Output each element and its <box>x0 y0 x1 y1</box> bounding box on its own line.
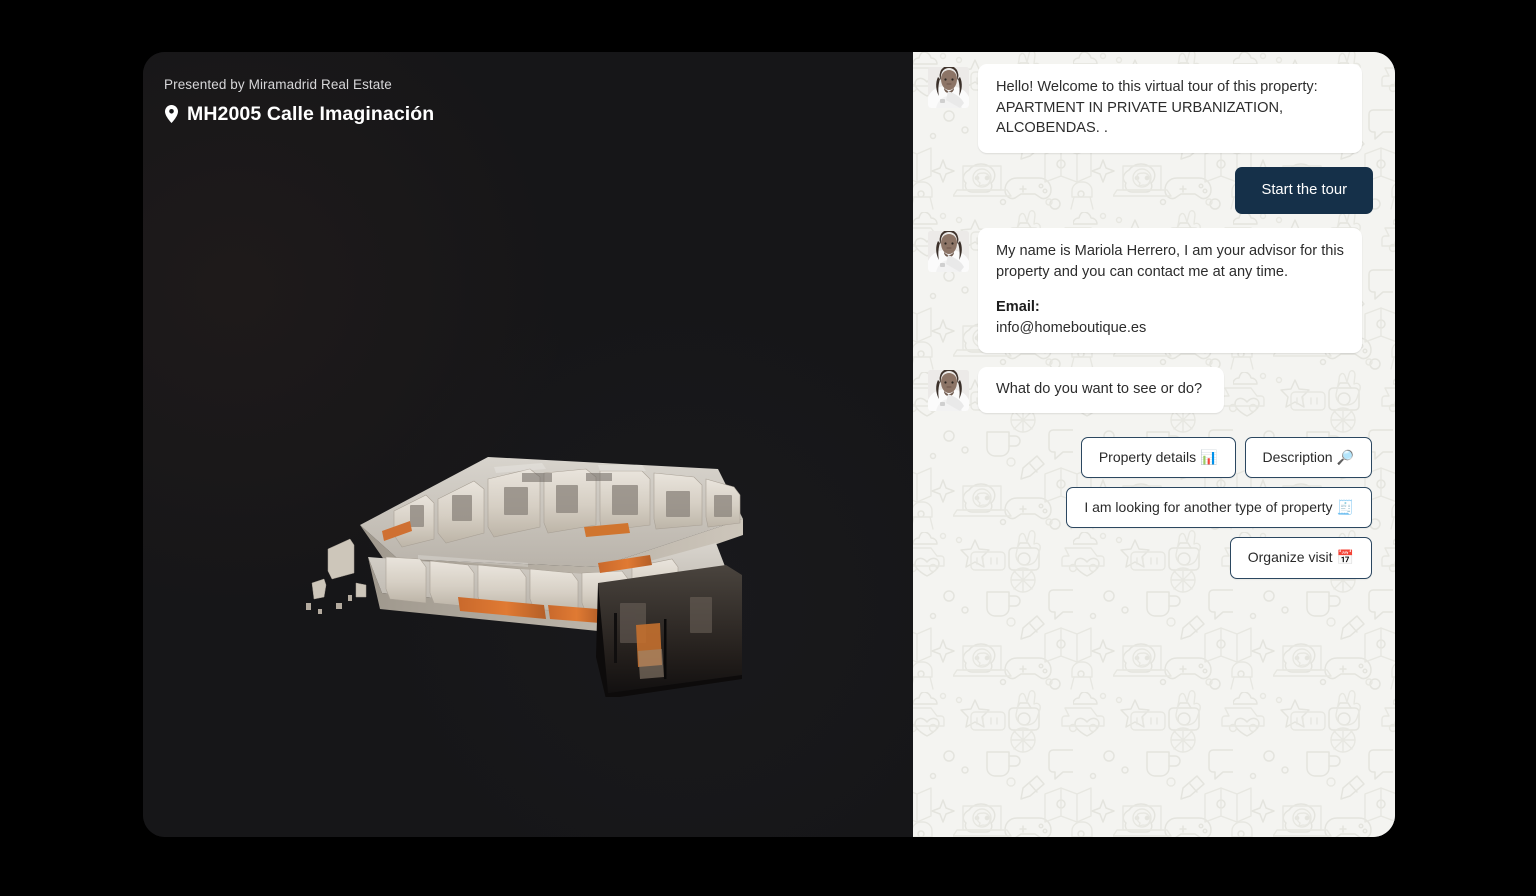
message-bubble: What do you want to see or do? <box>978 366 1225 413</box>
email-label: Email: <box>996 299 1040 316</box>
prompt-line-1: What do you want to see or do? <box>996 380 1203 397</box>
page-title: MH2005 Calle Imaginación <box>187 102 435 125</box>
document-emoji: 🧾 <box>1336 498 1354 515</box>
start-tour-row: Start the tour <box>928 167 1373 214</box>
quick-reply-row-1: Property details 📊 Description 🔎 <box>928 436 1372 478</box>
property-title-row: MH2005 Calle Imaginación <box>164 103 434 126</box>
welcome-line-2: APARTMENT IN PRIVATE URBANIZATION, <box>996 99 1284 116</box>
bubble-spacer <box>996 282 1346 297</box>
welcome-line-3: ALCOBENDAS. . <box>996 120 1108 137</box>
viewer-header: Presented by Miramadrid Real Estate MH20… <box>164 76 434 126</box>
advisor-avatar-photo <box>928 67 969 108</box>
avatar <box>928 67 969 108</box>
advisor-line-1: My name is Mariola Herrero, I am your ad… <box>996 242 1344 259</box>
quick-reply-description[interactable]: Description 🔎 <box>1244 436 1372 478</box>
quick-reply-group: Property details 📊 Description 🔎 I am look… <box>928 436 1373 579</box>
quick-reply-property-details[interactable]: Property details 📊 <box>1080 436 1236 478</box>
avatar <box>928 230 969 272</box>
quick-reply-label: Description <box>1262 448 1333 465</box>
3d-model-render <box>306 457 743 697</box>
calendar-emoji: 📅 <box>1336 549 1354 566</box>
message-bubble: My name is Mariola Herrero, I am your ad… <box>978 227 1362 353</box>
quick-reply-another-property[interactable]: I am looking for another type of propert… <box>1066 486 1372 529</box>
message-bubble: Hello! Welcome to this virtual tour of t… <box>978 64 1362 154</box>
quick-reply-row-3: Organize visit 📅 <box>928 537 1372 579</box>
chat-message-list[interactable]: Hello! Welcome to this virtual tour of t… <box>913 52 1395 837</box>
advisor-avatar-photo <box>928 230 969 272</box>
virtual-tour-window: Presented by Miramadrid Real Estate MH20… <box>143 52 1395 837</box>
location-pin-icon <box>165 105 178 124</box>
quick-reply-label: I am looking for another type of propert… <box>1084 498 1333 515</box>
tour-viewer-panel[interactable]: Presented by Miramadrid Real Estate MH20… <box>143 52 913 837</box>
magnifier-emoji: 🔎 <box>1336 448 1354 465</box>
advisor-avatar-photo <box>928 369 969 411</box>
quick-reply-row-2: I am looking for another type of propert… <box>928 486 1372 529</box>
message-advisor: My name is Mariola Herrero, I am your ad… <box>928 227 1373 353</box>
message-prompt: What do you want to see or do? <box>928 366 1373 413</box>
bar-chart-emoji: 📊 <box>1200 448 1218 465</box>
presented-by-label: Presented by Miramadrid Real Estate <box>164 77 392 92</box>
quick-reply-organize-visit[interactable]: Organize visit 📅 <box>1229 537 1372 579</box>
email-value: info@homeboutique.es <box>996 320 1147 337</box>
message-welcome: Hello! Welcome to this virtual tour of t… <box>928 64 1373 154</box>
quick-reply-label: Property details <box>1098 448 1197 465</box>
chat-panel: Hello! Welcome to this virtual tour of t… <box>913 52 1395 837</box>
avatar <box>928 369 969 411</box>
3d-model-dollhouse[interactable] <box>298 407 768 697</box>
welcome-line-1: Hello! Welcome to this virtual tour of t… <box>996 79 1318 95</box>
start-tour-button[interactable]: Start the tour <box>1235 167 1373 214</box>
quick-reply-label: Organize visit <box>1247 549 1333 566</box>
advisor-line-2: property and you can contact me at any t… <box>996 263 1289 280</box>
